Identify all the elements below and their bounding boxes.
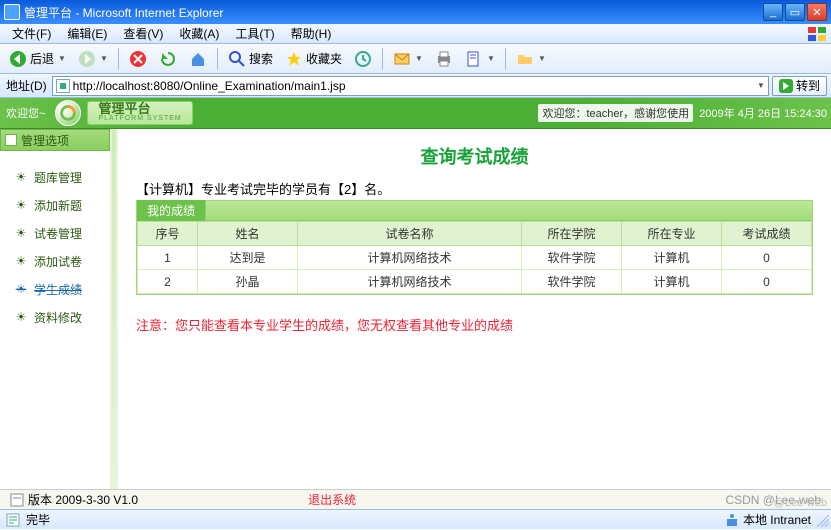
page-status-icon — [6, 513, 20, 527]
home-icon — [189, 50, 207, 68]
header-right-info: 欢迎您：teacher，感谢您使用 2009年 4月 26日 15:24:30 — [534, 104, 831, 122]
sidebar-resize-handle[interactable] — [112, 129, 116, 489]
summary-text: 【计算机】专业考试完毕的学员有【2】名。 — [136, 179, 813, 198]
folder-icon — [516, 50, 534, 68]
stop-icon — [129, 50, 147, 68]
zone-text: 本地 Intranet — [743, 511, 811, 528]
brand-subtitle: PLATFORM SYSTEM — [98, 115, 181, 123]
sun-icon: ☀ — [14, 282, 28, 296]
forward-icon — [78, 50, 96, 68]
sun-icon: ☀ — [14, 170, 28, 184]
history-button[interactable] — [349, 47, 377, 71]
mail-icon — [393, 50, 411, 68]
col-major: 所在专业 — [622, 222, 722, 246]
menu-tools[interactable]: 工具(T) — [227, 23, 282, 44]
menu-bar: 文件(F) 编辑(E) 查看(V) 收藏(A) 工具(T) 帮助(H) — [0, 24, 831, 44]
sidebar-header: 管理选项 — [0, 129, 110, 151]
back-icon — [9, 50, 27, 68]
menu-favorites[interactable]: 收藏(A) — [171, 23, 227, 44]
sun-icon: ☀ — [14, 198, 28, 212]
zone-icon — [725, 513, 739, 527]
url-input[interactable] — [73, 79, 753, 93]
app-icon — [4, 4, 20, 20]
menu-file[interactable]: 文件(F) — [4, 23, 59, 44]
refresh-icon — [159, 50, 177, 68]
header-datetime: 2009年 4月 26日 15:24:30 — [699, 105, 827, 121]
home-button[interactable] — [184, 47, 212, 71]
sidebar-header-icon — [5, 134, 17, 146]
print-icon — [435, 50, 453, 68]
go-icon — [779, 79, 793, 93]
menu-edit[interactable]: 编辑(E) — [59, 23, 115, 44]
table-row[interactable]: 2孙晶计算机网络技术软件学院计算机0 — [138, 270, 812, 294]
sidebar-item-paper-manage[interactable]: ☀试卷管理 — [14, 219, 110, 247]
sun-icon: ☀ — [14, 254, 28, 268]
history-icon — [354, 50, 372, 68]
brand-badge: 管理平台 PLATFORM SYSTEM — [87, 101, 192, 125]
favorites-button[interactable]: 收藏夹 — [280, 47, 347, 71]
mail-button[interactable]: ▼ — [388, 47, 428, 71]
star-icon — [285, 50, 303, 68]
sidebar-title: 管理选项 — [21, 132, 69, 149]
address-label: 地址(D) — [4, 77, 49, 94]
page-footer: 版本 2009-3-30 V1.0 退出系统 CSDN @Lee-web — [0, 489, 831, 509]
results-panel: 我的成绩 序号 姓名 试卷名称 所在学院 所在专业 考试成绩 1达到是计算机网络… — [136, 200, 813, 295]
url-box[interactable]: ▼ — [52, 76, 769, 96]
browser-toolbar: 后退▼ ▼ 搜索 收藏夹 ▼ ▼ ▼ — [0, 44, 831, 74]
col-name: 姓名 — [198, 222, 298, 246]
stop-button[interactable] — [124, 47, 152, 71]
resize-grip-icon[interactable] — [817, 515, 829, 527]
sidebar-item-question-bank[interactable]: ☀题库管理 — [14, 163, 110, 191]
col-score: 考试成绩 — [722, 222, 812, 246]
window-title: 管理平台 - Microsoft Internet Explorer — [24, 4, 223, 21]
folder-button[interactable]: ▼ — [511, 47, 551, 71]
login-msg: 欢迎您：teacher，感谢您使用 — [538, 104, 693, 122]
address-bar: 地址(D) ▼ 转到 — [0, 74, 831, 98]
results-table: 序号 姓名 试卷名称 所在学院 所在专业 考试成绩 1达到是计算机网络技术软件学… — [137, 221, 812, 294]
welcome-text: 欢迎您~ — [0, 105, 51, 121]
minimize-button[interactable]: _ — [763, 3, 783, 21]
col-paper: 试卷名称 — [298, 222, 522, 246]
sidebar-item-add-question[interactable]: ☀添加新题 — [14, 191, 110, 219]
page-icon — [56, 79, 70, 93]
table-row[interactable]: 1达到是计算机网络技术软件学院计算机0 — [138, 246, 812, 270]
sidebar-item-profile-edit[interactable]: ☀资料修改 — [14, 303, 110, 331]
logo-icon — [55, 100, 81, 126]
col-no: 序号 — [138, 222, 198, 246]
status-text: 完毕 — [26, 511, 50, 528]
sidebar: 管理选项 ☀题库管理 ☀添加新题 ☀试卷管理 ☀添加试卷 ☀学生成绩 ☀资料修改 — [0, 129, 118, 489]
search-icon — [228, 50, 246, 68]
page-header: 欢迎您~ 管理平台 PLATFORM SYSTEM 欢迎您：teacher，感谢… — [0, 98, 831, 129]
col-college: 所在学院 — [522, 222, 622, 246]
back-button[interactable]: 后退▼ — [4, 47, 71, 71]
sidebar-item-add-paper[interactable]: ☀添加试卷 — [14, 247, 110, 275]
sun-icon: ☀ — [14, 226, 28, 240]
warning-note: 注意：您只能查看本专业学生的成绩，您无权查看其他专业的成绩 — [136, 315, 813, 334]
panel-tab[interactable]: 我的成绩 — [137, 200, 206, 221]
sidebar-item-student-score[interactable]: ☀学生成绩 — [14, 275, 110, 303]
forward-button[interactable]: ▼ — [73, 47, 113, 71]
maximize-button[interactable]: ▭ — [785, 3, 805, 21]
page-title: 查询考试成绩 — [136, 143, 813, 169]
watermark-2: @Lee-web — [774, 497, 827, 509]
menu-view[interactable]: 查看(V) — [115, 23, 171, 44]
close-button[interactable]: ✕ — [807, 3, 827, 21]
brand-title: 管理平台 — [98, 103, 181, 115]
status-bar: 完毕 本地 Intranet @Lee-web — [0, 509, 831, 529]
menu-help[interactable]: 帮助(H) — [283, 23, 340, 44]
windows-logo-icon — [807, 26, 827, 42]
edit-button[interactable]: ▼ — [460, 47, 500, 71]
edit-icon — [465, 50, 483, 68]
search-button[interactable]: 搜索 — [223, 47, 278, 71]
go-button[interactable]: 转到 — [772, 76, 827, 96]
refresh-button[interactable] — [154, 47, 182, 71]
main-content: 查询考试成绩 【计算机】专业考试完毕的学员有【2】名。 我的成绩 序号 姓名 试… — [118, 129, 831, 489]
window-titlebar: 管理平台 - Microsoft Internet Explorer _ ▭ ✕ — [0, 0, 831, 24]
sun-icon: ☀ — [14, 310, 28, 324]
url-dropdown-icon[interactable]: ▼ — [757, 81, 765, 90]
print-button[interactable] — [430, 47, 458, 71]
